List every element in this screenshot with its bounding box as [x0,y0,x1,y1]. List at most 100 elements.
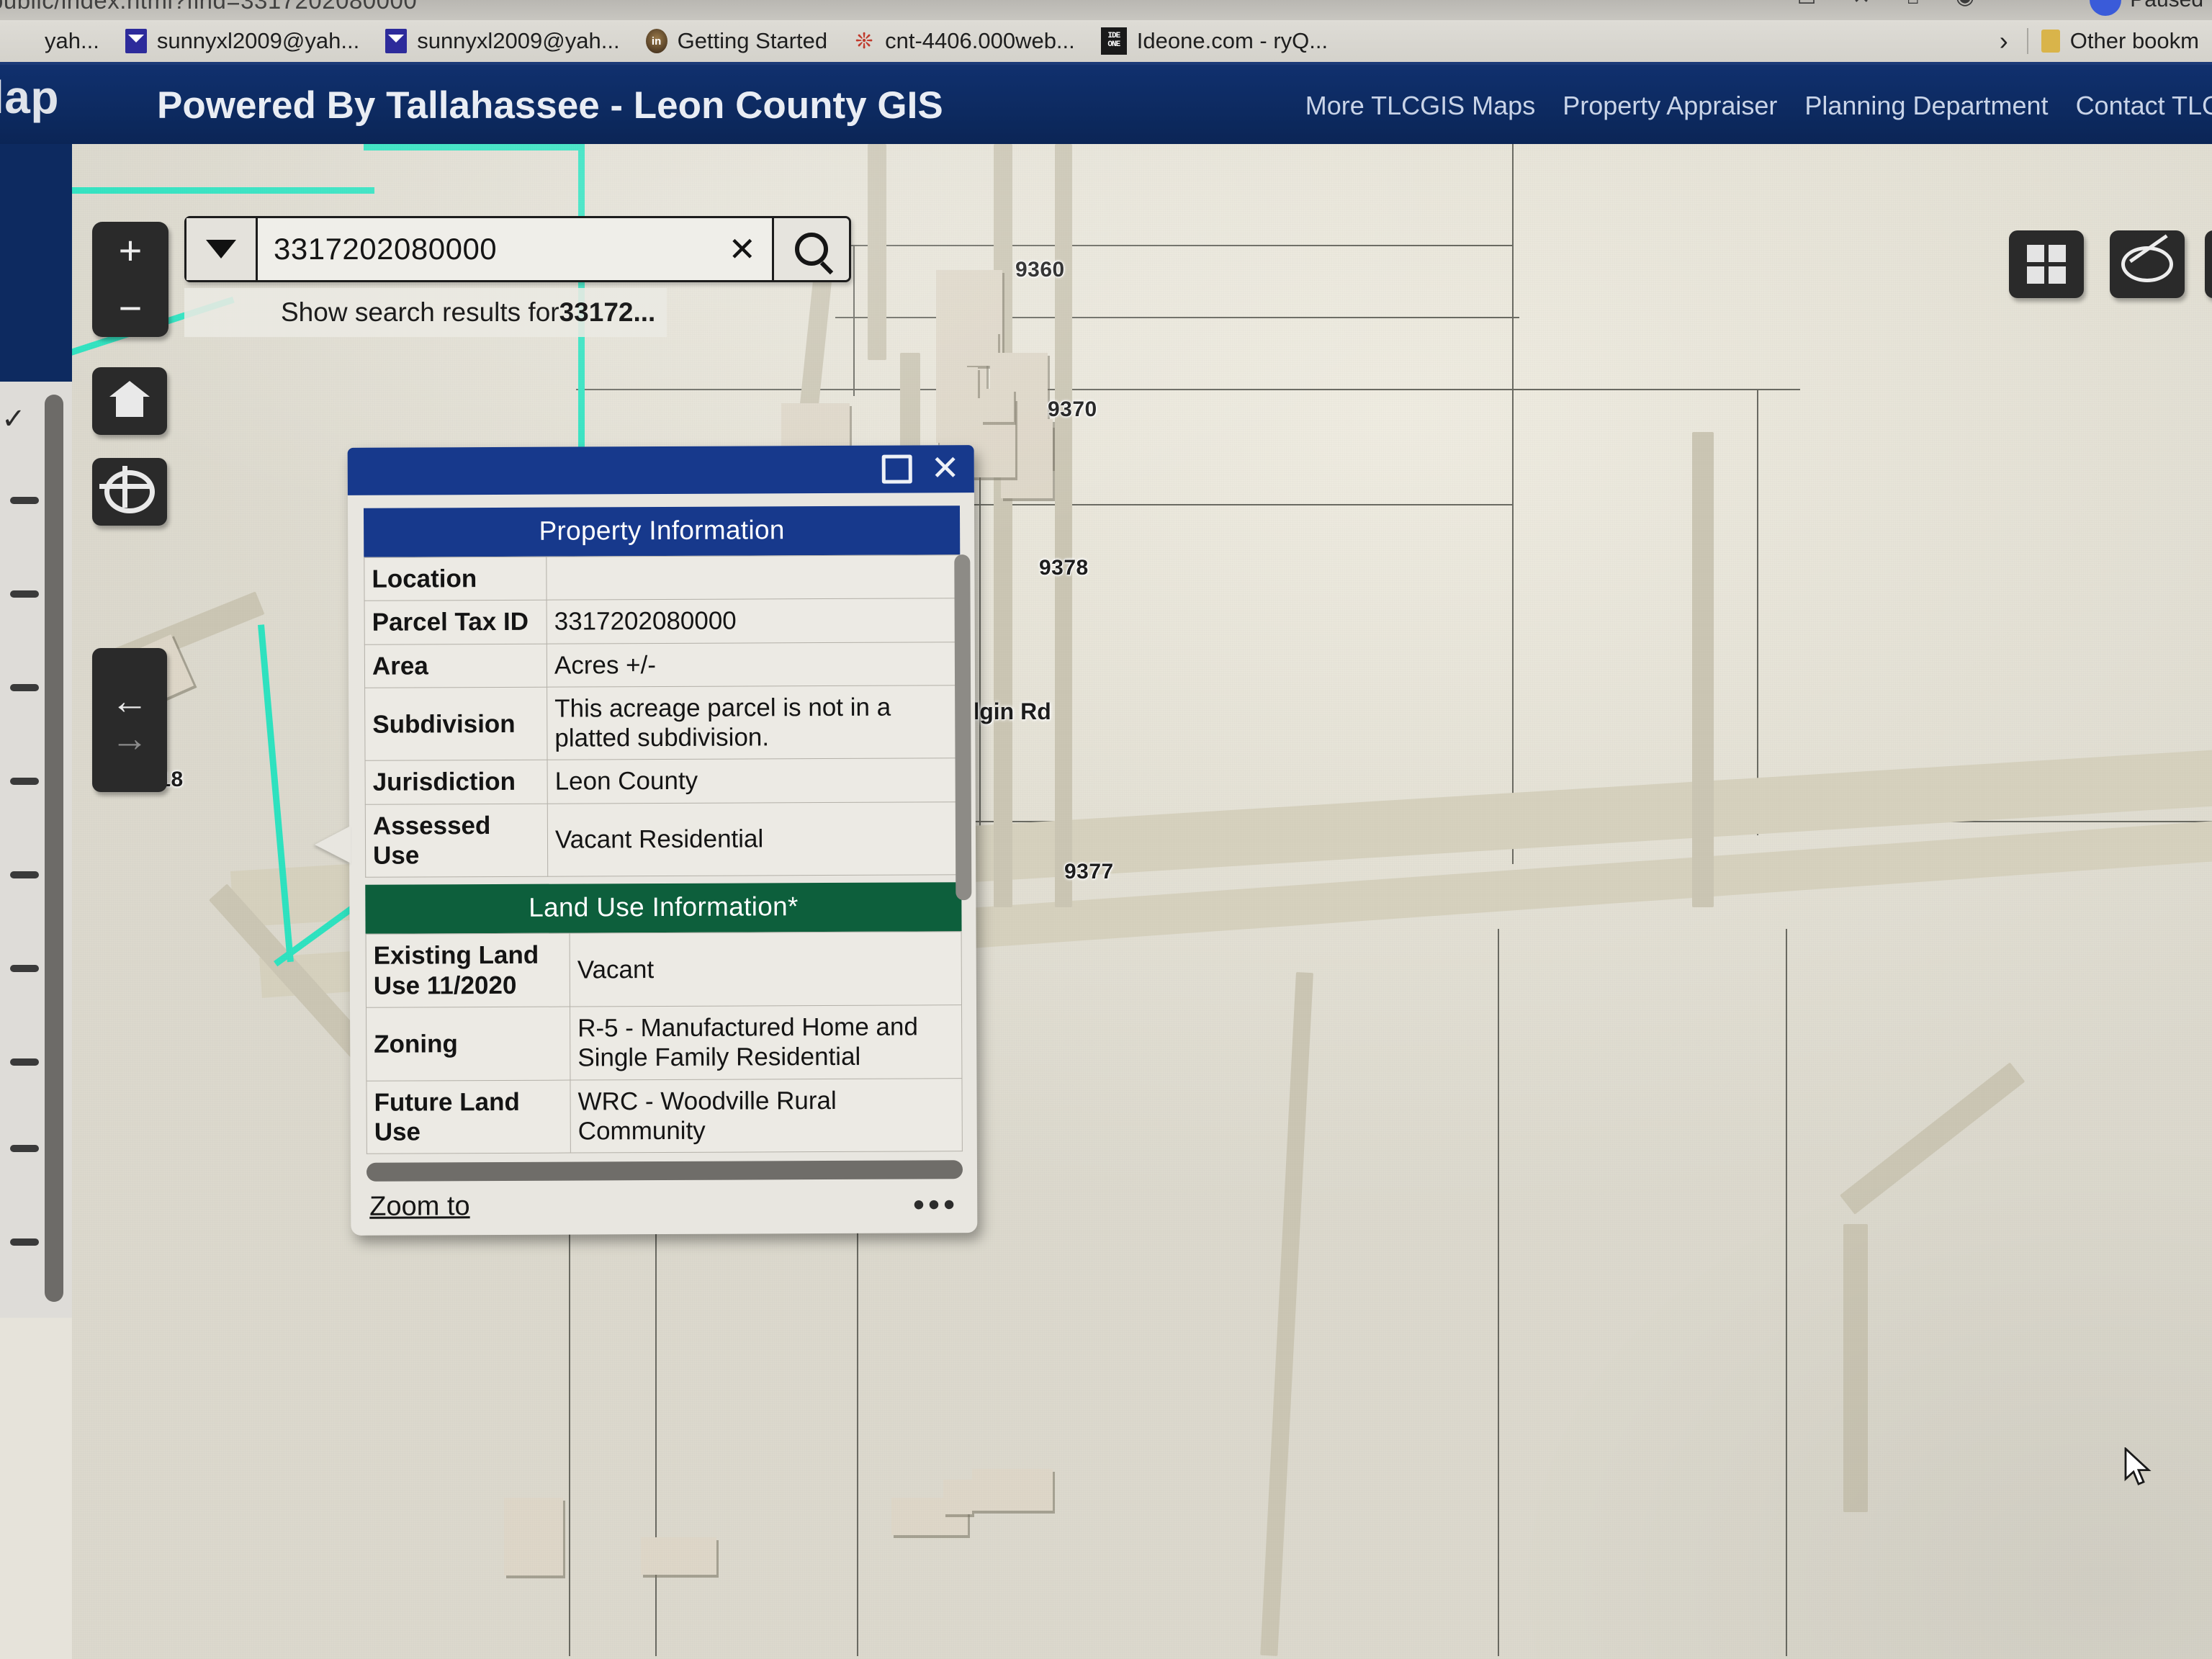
bookmark-label: cnt-4406.000web... [885,28,1075,54]
panel-scrollbar[interactable] [45,395,63,1302]
home-icon[interactable]: ⌂ [1907,0,1920,9]
restore-icon[interactable] [881,454,912,483]
nav-contact-tlcgis[interactable]: Contact TLCG [2076,91,2212,121]
zoom-control[interactable]: + − [92,222,168,337]
property-information-popup[interactable]: ✕ Property Information Location Parcel T… [348,445,978,1236]
row-key: Jurisdiction [365,760,547,804]
extensions-icon[interactable]: ☐ [1797,0,1817,9]
address-label: 9377 [1064,860,1114,884]
search-icon [795,233,828,266]
close-icon[interactable]: ✕ [930,451,959,486]
home-button[interactable] [92,367,167,435]
bookmark-item[interactable]: in Getting Started [633,28,841,54]
row-value [547,555,960,601]
close-icon[interactable]: ✕ [728,233,756,266]
extra-tool-button[interactable] [2205,230,2212,298]
nav-property-appraiser[interactable]: Property Appraiser [1563,91,1777,121]
back-arrow-icon[interactable]: ← [111,683,148,720]
zoom-in-button[interactable]: + [92,222,168,279]
popup-scrollbar-horizontal[interactable] [367,1160,963,1182]
zoom-to-link[interactable]: Zoom to [369,1191,470,1223]
parcel-line [1498,929,1499,1656]
account-icon[interactable]: ◉ [1956,0,1974,9]
other-bookmarks-item[interactable]: Other bookm [2028,28,2212,54]
mail-icon [125,29,147,53]
row-value: Vacant [570,932,961,1007]
road-driveway [994,144,1012,907]
bookmark-item[interactable]: yah... [0,28,112,54]
list-item[interactable] [10,871,39,878]
land-use-table: Existing Land Use 11/2020 Vacant Zoning … [366,932,963,1154]
row-key: Subdivision [365,687,547,761]
browser-toolbar-icons: ☐ ✕ ⌂ ◉ [1797,0,1974,9]
bookmarks-overflow-chevron-icon[interactable]: › [1981,26,2027,56]
basemap-gallery-button[interactable] [2009,230,2084,298]
row-key: Location [364,557,547,601]
gis-app-header: lap Powered By Tallahassee - Leon County… [0,65,2212,144]
parcel-line [853,245,855,396]
header-left-fill [0,144,72,382]
list-item[interactable] [10,965,39,972]
road-branch [868,144,886,360]
row-key: Area [364,644,547,688]
search-button[interactable] [772,218,849,280]
list-item[interactable] [10,1145,39,1152]
list-item[interactable] [10,497,39,504]
search-source-dropdown[interactable] [186,218,258,280]
row-key: Existing Land Use 11/2020 [366,933,570,1007]
search-widget[interactable]: 3317202080000 ✕ [184,216,851,282]
left-results-panel: ✓ [0,382,73,1318]
paused-label: Paused [2130,0,2203,12]
row-value: 3317202080000 [547,598,960,644]
search-suggestion-item[interactable]: Show search results for 33172... [184,288,667,337]
list-item[interactable] [10,684,39,691]
ideone-icon: IDEONE [1101,27,1127,55]
popup-body: Property Information Location Parcel Tax… [348,493,977,1154]
zoom-out-button[interactable]: − [92,279,168,337]
table-row: Future Land Use WRC - Woodville Rural Co… [367,1078,962,1154]
parcel-highlight [72,187,374,194]
list-item[interactable] [10,590,39,598]
list-item[interactable] [10,778,39,785]
nav-more-tlcgis-maps[interactable]: More TLCGIS Maps [1305,91,1535,121]
bookmark-item[interactable]: sunnyxl2009@yah... [112,28,372,54]
bookmark-label: Ideone.com - ryQ... [1137,28,1328,54]
app-logo: lap [0,71,59,124]
road-driveway [1260,972,1313,1656]
search-input[interactable]: 3317202080000 ✕ [258,218,772,280]
bookmark-item[interactable]: IDEONE Ideone.com - ryQ... [1088,27,1341,55]
popup-pointer [315,826,351,863]
row-key: Assessed Use [365,804,547,878]
list-item[interactable] [10,1058,39,1066]
forward-arrow-icon[interactable]: → [111,720,148,757]
bookmark-item[interactable]: sunnyxl2009@yah... [372,28,632,54]
list-item[interactable] [10,1238,39,1246]
row-key: Parcel Tax ID [364,600,547,644]
table-row: Subdivision This acreage parcel is not i… [365,685,961,761]
locate-button[interactable] [92,458,167,526]
table-row: Jurisdiction Leon County [365,758,961,804]
property-info-table: Location Parcel Tax ID 3317202080000 Are… [364,554,961,878]
popup-titlebar[interactable]: ✕ [348,445,974,495]
popup-scrollbar-vertical[interactable] [954,554,971,900]
bookmark-item[interactable]: ❊ cnt-4406.000web... [840,28,1088,54]
folder-icon [2041,30,2060,53]
chevron-down-icon [206,240,236,258]
bookmark-label: sunnyxl2009@yah... [157,28,359,54]
navigation-history-control[interactable]: ← → [92,648,167,792]
measure-button[interactable] [2110,230,2185,298]
nav-planning-department[interactable]: Planning Department [1804,91,2048,121]
search-suggestion-term: 33172... [559,297,656,328]
address-bar-text[interactable]: public/index.html?find=3317202080000 [0,0,417,14]
road-curve [1843,1224,1868,1512]
section-header-property: Property Information [364,505,960,557]
close-tab-icon[interactable]: ✕ [1853,0,1871,9]
parcel-line [1512,144,1514,864]
search-suggestion-prefix: Show search results for [281,297,559,328]
address-label: 9360 [1015,258,1065,282]
table-row: Zoning R-5 - Manufactured Home and Singl… [367,1005,962,1081]
basemap-gallery-icon [2027,245,2066,284]
row-value: WRC - Woodville Rural Community [570,1078,962,1153]
row-value: Leon County [547,758,961,804]
more-options-icon[interactable]: ••• [913,1196,958,1213]
